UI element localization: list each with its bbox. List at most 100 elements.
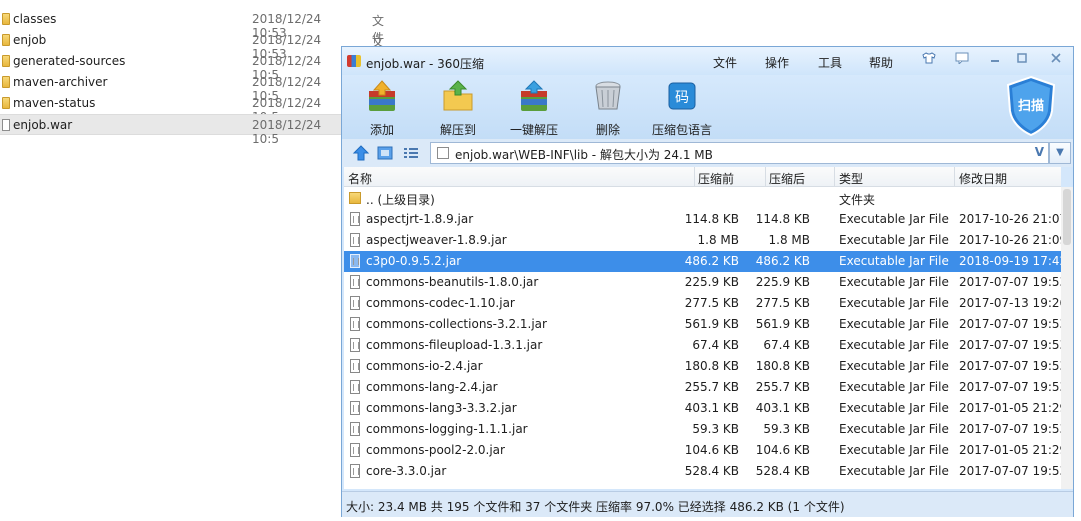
row-name: .. (上级目录) <box>366 193 435 207</box>
file-row[interactable]: aspectjweaver-1.8.9.jar 1.8 MB 1.8 MB Execu… <box>344 230 1061 251</box>
row-size-before: 561.9 KB <box>684 317 739 331</box>
row-type: Executable Jar File <box>839 443 949 457</box>
row-date: 2017-01-05 21:29 <box>959 401 1061 415</box>
col-type[interactable]: 类型 <box>839 170 863 187</box>
file-row[interactable]: aspectjrt-1.8.9.jar 114.8 KB 114.8 KB Execu… <box>344 209 1061 230</box>
status-text: 大小: 23.4 MB 共 195 个文件和 37 个文件夹 压缩率 97.0%… <box>346 500 845 514</box>
chevron-down-icon[interactable]: ▼ <box>1049 142 1071 164</box>
file-row[interactable]: commons-lang-2.4.jar 255.7 KB 255.7 KB Exec… <box>344 377 1061 398</box>
explorer-item-generated-sources[interactable]: generated-sources 2018/12/24 10:5 <box>0 51 345 82</box>
row-size-after: 561.9 KB <box>755 317 810 331</box>
explorer-item-maven-status[interactable]: maven-status 2018/12/24 10:5 <box>0 93 345 124</box>
scrollbar-thumb[interactable] <box>1063 189 1071 245</box>
one-click-extract-label: 一键解压 <box>509 123 558 137</box>
extract-to-button[interactable]: 解压到 <box>418 79 498 137</box>
row-type: Executable Jar File <box>839 212 949 226</box>
menu-tools[interactable]: 工具 <box>818 54 842 71</box>
up-arrow-icon[interactable] <box>352 145 370 161</box>
archive-language-button[interactable]: 码 压缩包语言 <box>642 79 722 137</box>
jar-file-icon <box>350 212 360 226</box>
col-date[interactable]: 修改日期 <box>959 170 1007 187</box>
row-date: 2017-07-07 19:53 <box>959 380 1061 394</box>
jar-file-icon <box>350 422 360 436</box>
file-row[interactable]: commons-io-2.4.jar 180.8 KB 180.8 KB Execut… <box>344 356 1061 377</box>
skin-shirt-icon[interactable] <box>920 52 938 68</box>
row-size-before: 528.4 KB <box>684 464 739 478</box>
file-row[interactable]: commons-collections-3.2.1.jar 561.9 KB 561… <box>344 314 1061 335</box>
col-before[interactable]: 压缩前 <box>698 170 734 187</box>
row-date: 2017-07-07 19:53 <box>959 275 1061 289</box>
row-name: commons-io-2.4.jar <box>366 359 483 373</box>
row-date: 2017-07-07 19:53 <box>959 338 1061 352</box>
explorer-item-name: enjob <box>13 33 47 47</box>
explorer-item-maven-archiver[interactable]: maven-archiver 2018/12/24 10:5 <box>0 72 345 103</box>
row-type: Executable Jar File <box>839 422 949 436</box>
address-history-button[interactable]: V <box>1035 145 1044 159</box>
explorer-item-enjob[interactable]: enjob 2018/12/24 10:53 文件夹 <box>0 30 384 83</box>
jar-file-icon <box>350 275 360 289</box>
row-size-before: 403.1 KB <box>684 401 739 415</box>
explorer-item-name: maven-archiver <box>13 75 108 89</box>
row-date: 2017-07-07 19:53 <box>959 317 1061 331</box>
row-type: Executable Jar File <box>839 275 949 289</box>
feedback-icon[interactable] <box>953 52 971 68</box>
explorer-item-classes[interactable]: classes 2018/12/24 10:53 文件夹 <box>0 9 384 62</box>
row-name: commons-codec-1.10.jar <box>366 296 515 310</box>
row-date: 2017-01-05 21:29 <box>959 443 1061 457</box>
row-size-after: 1.8 MB <box>768 233 810 247</box>
menu-operate[interactable]: 操作 <box>765 54 789 71</box>
title-bar: enjob.war - 360压缩 文件 操作 工具 帮助 <box>342 47 1073 75</box>
status-bar: 大小: 23.4 MB 共 195 个文件和 37 个文件夹 压缩率 97.0%… <box>342 491 1073 517</box>
row-date: 2017-10-26 21:09 <box>959 233 1061 247</box>
explorer-item-enjob-war[interactable]: enjob.war 2018/12/24 10:5 <box>0 114 345 146</box>
add-button[interactable]: 添加 <box>342 79 422 137</box>
menu-file[interactable]: 文件 <box>713 54 737 71</box>
row-date: 2017-07-07 19:53 <box>959 464 1061 478</box>
file-row[interactable]: commons-pool2-2.0.jar 104.6 KB 104.6 KB Exe… <box>344 440 1061 461</box>
archive-window: enjob.war - 360压缩 文件 操作 工具 帮助 添加 解压到 一键解… <box>341 46 1074 517</box>
address-field[interactable]: enjob.war\WEB-INF\lib - 解包大小为 24.1 MB V <box>430 142 1049 164</box>
col-divider <box>954 167 955 187</box>
col-divider <box>694 167 695 187</box>
scan-shield-button[interactable]: 扫描 <box>1004 75 1058 137</box>
file-row[interactable]: commons-lang3-3.3.2.jar 403.1 KB 403.1 KB E… <box>344 398 1061 419</box>
row-type: 文件夹 <box>839 193 876 207</box>
row-date: 2018-09-19 17:42 <box>959 254 1061 268</box>
close-icon[interactable] <box>1047 52 1065 68</box>
col-name[interactable]: 名称 <box>348 170 372 187</box>
file-icon <box>2 119 10 131</box>
file-list: 名称 压缩前 压缩后 类型 修改日期 .. (上级目录) 文件夹 aspectj… <box>344 167 1061 489</box>
row-type: Executable Jar File <box>839 359 949 373</box>
row-size-after: 486.2 KB <box>755 254 810 268</box>
row-size-before: 59.3 KB <box>692 422 739 436</box>
one-click-extract-icon <box>517 79 551 113</box>
thumbnail-view-icon[interactable] <box>376 145 394 161</box>
row-size-after: 528.4 KB <box>755 464 810 478</box>
folder-icon <box>2 97 10 109</box>
file-row[interactable]: commons-fileupload-1.3.1.jar 67.4 KB 67.4 … <box>344 335 1061 356</box>
file-row[interactable]: c3p0-0.9.5.2.jar 486.2 KB 486.2 KB Executab… <box>344 251 1061 272</box>
extract-to-label: 解压到 <box>439 123 476 137</box>
col-after[interactable]: 压缩后 <box>769 170 805 187</box>
column-header: 名称 压缩前 压缩后 类型 修改日期 <box>344 167 1061 187</box>
maximize-icon[interactable] <box>1013 52 1031 68</box>
col-divider <box>765 167 766 187</box>
file-row[interactable]: core-3.3.0.jar 528.4 KB 528.4 KB Executable… <box>344 461 1061 482</box>
list-view-icon[interactable] <box>402 145 420 161</box>
folder-icon <box>2 13 10 25</box>
vertical-scrollbar[interactable] <box>1061 187 1073 489</box>
file-row[interactable]: commons-beanutils-1.8.0.jar 225.9 KB 225.9… <box>344 272 1061 293</box>
parent-dir-row[interactable]: .. (上级目录) 文件夹 <box>344 188 1061 209</box>
menu-help[interactable]: 帮助 <box>869 54 893 71</box>
explorer-item-name: maven-status <box>13 96 96 110</box>
file-row[interactable]: commons-codec-1.10.jar 277.5 KB 277.5 KB Ex… <box>344 293 1061 314</box>
file-row[interactable]: commons-logging-1.1.1.jar 59.3 KB 59.3 KB E… <box>344 419 1061 440</box>
explorer-item-name: generated-sources <box>13 54 126 68</box>
one-click-extract-button[interactable]: 一键解压 <box>494 79 574 137</box>
minimize-icon[interactable] <box>986 52 1004 68</box>
row-type: Executable Jar File <box>839 380 949 394</box>
archive-path-icon <box>437 147 449 159</box>
row-size-before: 114.8 KB <box>684 212 739 226</box>
extract-folder-icon <box>441 79 475 113</box>
delete-button[interactable]: 删除 <box>568 79 648 137</box>
